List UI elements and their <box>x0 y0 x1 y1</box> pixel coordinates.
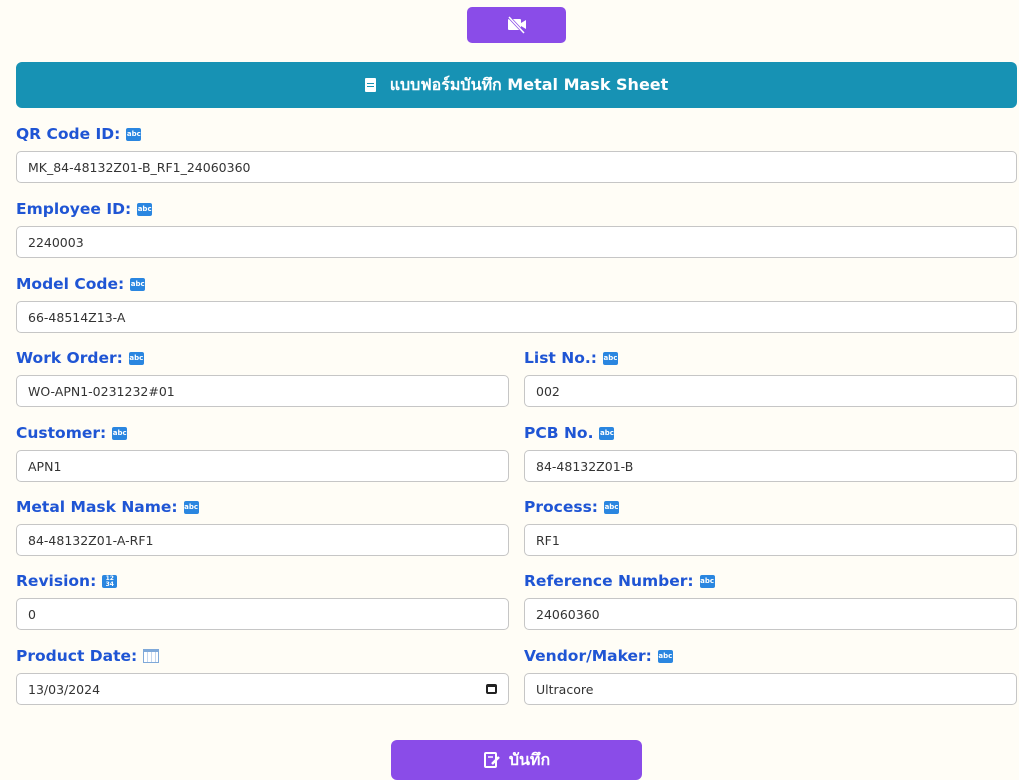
customer-input[interactable]: APN1 <box>16 450 509 482</box>
employee-id-input[interactable]: 2240003 <box>16 226 1017 258</box>
camera-toggle-button[interactable] <box>467 7 566 43</box>
pcb-no-field: PCB No. abc 84-48132Z01-B <box>524 423 1017 482</box>
text-type-icon: abc <box>126 127 142 141</box>
reference-number-label: Reference Number: <box>524 572 694 590</box>
text-type-icon: abc <box>699 574 715 588</box>
revision-input[interactable]: 0 <box>16 598 509 630</box>
save-icon <box>483 752 500 768</box>
model-code-input[interactable]: 66-48514Z13-A <box>16 301 1017 333</box>
metal-mask-name-label: Metal Mask Name: <box>16 498 178 516</box>
process-input[interactable]: RF1 <box>524 524 1017 556</box>
reference-number-input[interactable]: 24060360 <box>524 598 1017 630</box>
text-type-icon: abc <box>112 426 128 440</box>
process-label: Process: <box>524 498 599 516</box>
form-title: แบบฟอร์มบันทึก Metal Mask Sheet <box>389 74 669 94</box>
text-type-icon: abc <box>130 277 146 291</box>
metal-mask-name-field: Metal Mask Name: abc 84-48132Z01-A-RF1 <box>16 497 509 556</box>
text-type-icon: abc <box>657 649 673 663</box>
save-label: บันทึก <box>508 749 551 769</box>
employee-id-field: Employee ID: abc 2240003 <box>16 199 1017 258</box>
list-no-label: List No.: <box>524 349 597 367</box>
numeric-type-icon: 12 34 <box>102 574 118 588</box>
product-date-label: Product Date: <box>16 647 138 665</box>
vendor-maker-label: Vendor/Maker: <box>524 647 652 665</box>
model-code-field: Model Code: abc 66-48514Z13-A <box>16 274 1017 333</box>
revision-label: Revision: <box>16 572 97 590</box>
process-field: Process: abc RF1 <box>524 497 1017 556</box>
vendor-maker-field: Vendor/Maker: abc Ultracore <box>524 646 1017 705</box>
qr-code-id-input[interactable]: MK_84-48132Z01-B_RF1_24060360 <box>16 151 1017 183</box>
form-title-banner: แบบฟอร์มบันทึก Metal Mask Sheet <box>16 62 1017 108</box>
list-no-input[interactable]: 002 <box>524 375 1017 407</box>
customer-label: Customer: <box>16 424 107 442</box>
save-button[interactable]: บันทึก <box>391 740 642 780</box>
text-type-icon: abc <box>599 426 615 440</box>
pcb-no-label: PCB No. <box>524 424 594 442</box>
work-order-input[interactable]: WO-APN1-0231232#01 <box>16 375 509 407</box>
text-type-icon: abc <box>137 202 153 216</box>
reference-number-field: Reference Number: abc 24060360 <box>524 571 1017 630</box>
text-type-icon: abc <box>183 500 199 514</box>
qr-code-id-field: QR Code ID: abc MK_84-48132Z01-B_RF1_2406… <box>16 124 1017 183</box>
list-no-field: List No.: abc 002 <box>524 348 1017 407</box>
text-type-icon: abc <box>602 351 618 365</box>
qr-code-id-label: QR Code ID: <box>16 125 121 143</box>
camera-off-icon <box>507 15 526 35</box>
product-date-input[interactable]: 13/03/2024 <box>16 673 509 705</box>
text-type-icon: abc <box>604 500 620 514</box>
vendor-maker-input[interactable]: Ultracore <box>524 673 1017 705</box>
calendar-icon <box>143 649 160 663</box>
text-type-icon: abc <box>128 351 144 365</box>
model-code-label: Model Code: <box>16 275 125 293</box>
customer-field: Customer: abc APN1 <box>16 423 509 482</box>
date-picker-icon[interactable] <box>486 684 497 694</box>
pcb-no-input[interactable]: 84-48132Z01-B <box>524 450 1017 482</box>
revision-field: Revision: 12 34 0 <box>16 571 509 630</box>
product-date-field: Product Date: 13/03/2024 <box>16 646 509 705</box>
work-order-field: Work Order: abc WO-APN1-0231232#01 <box>16 348 509 407</box>
metal-mask-name-input[interactable]: 84-48132Z01-A-RF1 <box>16 524 509 556</box>
employee-id-label: Employee ID: <box>16 200 132 218</box>
work-order-label: Work Order: <box>16 349 123 367</box>
document-icon <box>364 78 376 92</box>
